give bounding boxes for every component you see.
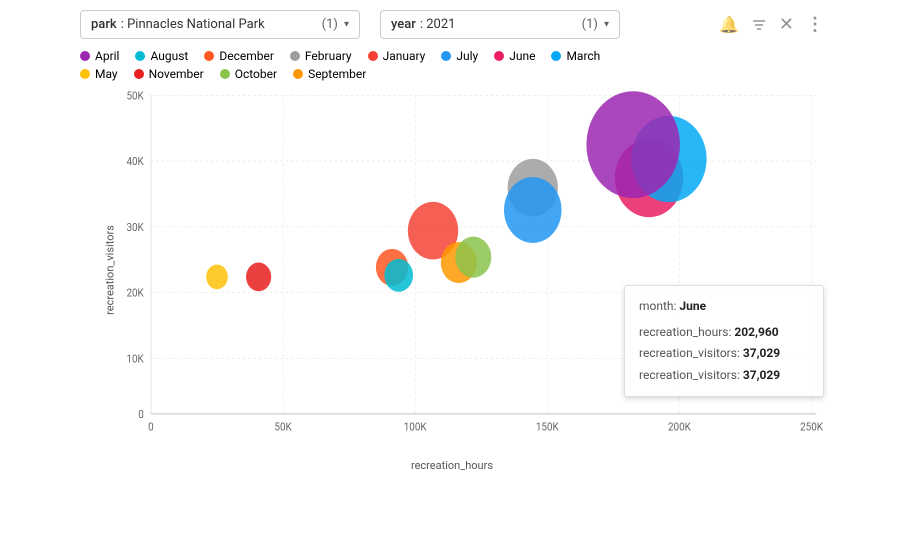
- bubble-october[interactable]: [455, 237, 491, 278]
- legend-dot: [441, 51, 451, 61]
- legend: April August December February January J…: [0, 49, 904, 81]
- legend-label: March: [566, 49, 600, 63]
- legend-dot: [204, 51, 214, 61]
- year-filter-count: (1): [582, 17, 598, 32]
- legend-label: November: [149, 67, 204, 81]
- legend-item-december: December: [204, 49, 274, 63]
- legend-label: September: [308, 67, 366, 81]
- legend-dot: [220, 69, 230, 79]
- x-axis-label: recreation_hours: [0, 459, 904, 472]
- park-filter-value: Pinnacles National Park: [127, 17, 265, 32]
- legend-label: July: [456, 49, 478, 63]
- svg-text:200K: 200K: [668, 420, 691, 434]
- bell-icon[interactable]: 🔔: [719, 15, 739, 34]
- svg-text:0: 0: [148, 420, 154, 434]
- legend-dot: [80, 69, 90, 79]
- bubble-november[interactable]: [246, 262, 271, 291]
- park-filter-count: (1): [322, 17, 338, 32]
- legend-label: December: [219, 49, 274, 63]
- legend-item-may: May: [80, 67, 118, 81]
- legend-label: April: [95, 49, 119, 63]
- legend-label: October: [235, 67, 277, 81]
- legend-item-january: January: [368, 49, 426, 63]
- bubble-august[interactable]: [384, 259, 413, 292]
- svg-text:30K: 30K: [126, 220, 144, 234]
- svg-text:50K: 50K: [274, 420, 292, 434]
- legend-item-november: November: [134, 67, 204, 81]
- legend-dot: [134, 69, 144, 79]
- filter-icon[interactable]: [751, 17, 767, 33]
- legend-dot: [368, 51, 378, 61]
- svg-text:100K: 100K: [404, 420, 427, 434]
- year-filter[interactable]: year: 2021 (1) ▾: [380, 10, 620, 39]
- chevron-down-icon: ▾: [604, 19, 609, 30]
- legend-label: January: [383, 49, 426, 63]
- bubble-may[interactable]: [206, 265, 228, 290]
- park-filter[interactable]: park: Pinnacles National Park (1) ▾: [80, 10, 360, 39]
- svg-text:20K: 20K: [126, 286, 144, 300]
- more-icon[interactable]: ⋮: [806, 14, 824, 35]
- legend-dot: [494, 51, 504, 61]
- legend-dot: [80, 51, 90, 61]
- svg-text:0: 0: [138, 407, 144, 421]
- legend-item-september: September: [293, 67, 366, 81]
- legend-label: May: [95, 67, 118, 81]
- pin-icon[interactable]: ✕: [779, 14, 794, 35]
- top-bar: park: Pinnacles National Park (1) ▾ year…: [0, 0, 904, 49]
- legend-dot: [135, 51, 145, 61]
- svg-text:150K: 150K: [536, 420, 559, 434]
- legend-item-july: July: [441, 49, 478, 63]
- legend-item-february: February: [290, 49, 352, 63]
- svg-text:40K: 40K: [126, 155, 144, 169]
- svg-text:50K: 50K: [126, 89, 144, 103]
- y-axis-label: recreation_visitors: [103, 225, 116, 315]
- bubble-july[interactable]: [504, 177, 562, 243]
- chart-area: recreation_visitors 0 10K 20K 30K 40K: [115, 85, 834, 455]
- legend-label: June: [509, 49, 535, 63]
- legend-item-april: April: [80, 49, 119, 63]
- chevron-down-icon: ▾: [344, 19, 349, 30]
- legend-item-march: March: [551, 49, 600, 63]
- year-filter-value: 2021: [426, 17, 455, 32]
- svg-text:250K: 250K: [800, 420, 823, 434]
- legend-item-october: October: [220, 67, 277, 81]
- legend-dot: [293, 69, 303, 79]
- legend-dot: [290, 51, 300, 61]
- legend-label: February: [305, 49, 352, 63]
- legend-item-august: August: [135, 49, 188, 63]
- svg-text:10K: 10K: [126, 352, 144, 366]
- toolbar-icons: 🔔 ✕ ⋮: [719, 14, 824, 35]
- bubble-april[interactable]: [586, 91, 679, 198]
- park-filter-key: park: [91, 17, 117, 32]
- legend-dot: [551, 51, 561, 61]
- legend-label: August: [150, 49, 188, 63]
- legend-item-june: June: [494, 49, 535, 63]
- year-filter-key: year: [391, 17, 416, 32]
